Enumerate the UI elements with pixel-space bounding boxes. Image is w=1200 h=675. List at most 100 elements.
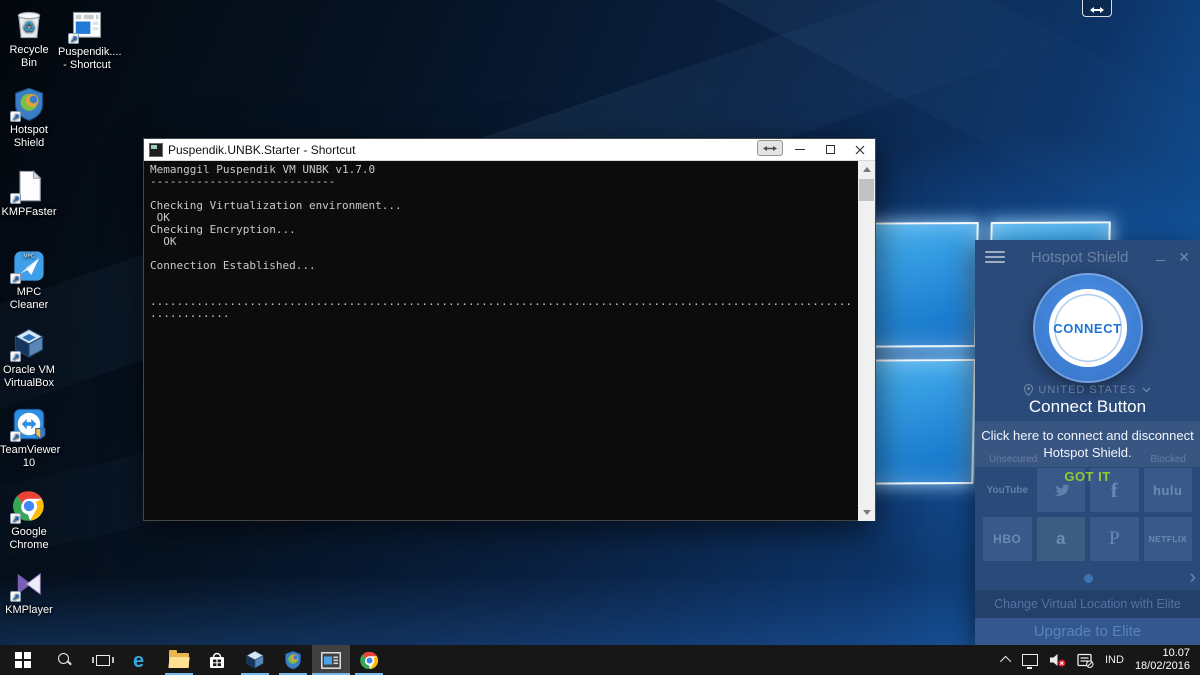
console-line: ---------------------------- (150, 176, 851, 188)
icon-label: Chrome (0, 539, 58, 552)
app-window-icon (69, 8, 105, 44)
icon-label: KMPlayer (0, 604, 58, 617)
virtualbox-cube-icon (11, 326, 47, 362)
got-it-button[interactable]: GOT IT (1064, 469, 1110, 484)
taskbar: e (0, 645, 1200, 675)
close-button[interactable] (845, 139, 875, 160)
language-indicator[interactable]: IND (1105, 654, 1124, 666)
carousel-next-icon[interactable]: › (1190, 567, 1196, 589)
desktop-icon-kmpfaster[interactable]: KMPFaster (0, 168, 58, 219)
console-output[interactable]: Memanggil Puspendik VM UNBK v1.7.0 -----… (144, 161, 875, 521)
taskbar-hotspot-shield[interactable] (274, 645, 312, 675)
svg-text:e: e (133, 650, 144, 671)
desktop-icon-hotspot-shield[interactable]: Hotspot Shield (0, 86, 58, 150)
tile-youtube[interactable]: YouTube (983, 468, 1032, 512)
kmplayer-icon (11, 566, 47, 602)
scroll-down-arrow[interactable] (858, 504, 875, 521)
console-window-title: Puspendik.UNBK.Starter - Shortcut (168, 143, 757, 157)
console-scrollbar[interactable] (858, 161, 875, 521)
console-line: OK (150, 212, 851, 224)
twitter-bird-icon (1052, 483, 1070, 497)
hotspot-header: Hotspot Shield ✕ (975, 240, 1200, 274)
horizontal-resize-icon (763, 145, 777, 152)
icon-label: VirtualBox (0, 377, 58, 390)
windows-logo-icon (15, 652, 31, 668)
tiles-carousel: › (975, 570, 1200, 586)
console-line (150, 272, 851, 284)
taskbar-chrome[interactable] (350, 645, 388, 675)
virtualbox-cube-icon (244, 649, 266, 671)
icon-label: 10 (0, 457, 58, 470)
location-selector[interactable]: UNITED STATES (975, 382, 1200, 398)
connect-button[interactable]: CONNECT (1033, 273, 1143, 383)
desktop-icon-recycle-bin[interactable]: ♻ Recycle Bin (0, 6, 58, 70)
desktop-icon-kmplayer[interactable]: KMPlayer (0, 566, 58, 617)
console-line: ............ (150, 308, 851, 320)
console-line: ........................................… (150, 296, 851, 308)
hotspot-title: Hotspot Shield (1005, 249, 1154, 266)
svg-text:♻: ♻ (22, 20, 35, 36)
taskbar-virtualbox[interactable] (236, 645, 274, 675)
horizontal-arrows-icon (1090, 6, 1104, 14)
tile-hulu[interactable]: hulu (1144, 468, 1193, 512)
desktop-icon-virtualbox[interactable]: Oracle VM VirtualBox (0, 326, 58, 390)
tile-amazon[interactable]: a (1037, 517, 1086, 561)
taskbar-console-active[interactable] (312, 645, 350, 675)
store-bag-icon (207, 650, 227, 670)
location-pin-icon (1024, 384, 1033, 396)
tooltip-line: Click here to connect and disconnect (975, 427, 1200, 444)
network-icon[interactable] (1022, 654, 1038, 666)
taskbar-search-button[interactable] (46, 645, 84, 675)
chevron-down-icon (1142, 387, 1151, 393)
desktop-icon-teamviewer[interactable]: TeamViewer 10 (0, 406, 58, 470)
panel-close-icon[interactable]: ✕ (1178, 250, 1190, 264)
paper-plane-icon: MPC (11, 248, 47, 284)
desktop-icon-puspendik-shortcut[interactable]: Puspendik.... - Shortcut (58, 8, 116, 72)
icon-label: TeamViewer (0, 444, 58, 457)
console-titlebar[interactable]: Puspendik.UNBK.Starter - Shortcut (144, 139, 875, 161)
console-line: OK (150, 236, 851, 248)
taskbar-edge[interactable]: e (122, 645, 160, 675)
tile-hbo[interactable]: HBO (983, 517, 1032, 561)
taskbar-clock[interactable]: 10.07 18/02/2016 (1135, 647, 1190, 673)
file-explorer-icon (169, 653, 189, 668)
upgrade-elite-button[interactable]: Upgrade to Elite (975, 618, 1200, 645)
tray-chevron-up-icon[interactable] (1000, 656, 1011, 667)
shortcut-arrow-badge (10, 273, 21, 284)
task-view-button[interactable] (84, 645, 122, 675)
icon-label: Oracle VM (0, 364, 58, 377)
svg-text:MPC: MPC (23, 254, 35, 260)
scroll-up-arrow[interactable] (858, 161, 875, 178)
console-window: Puspendik.UNBK.Starter - Shortcut Memang… (143, 138, 876, 521)
icon-label: KMPFaster (0, 206, 58, 219)
unsecured-label: Unsecured (989, 454, 1037, 465)
collapse-arrows-button[interactable] (1082, 0, 1112, 17)
chrome-icon (11, 488, 47, 524)
carousel-dot[interactable] (1084, 574, 1093, 583)
icon-label: Shield (0, 137, 58, 150)
task-view-icon (96, 655, 110, 666)
blocked-label: Blocked (1150, 454, 1186, 465)
connect-label: CONNECT (1053, 321, 1121, 336)
window-controls (757, 139, 875, 160)
menu-icon[interactable] (985, 251, 1005, 263)
icon-label: - Shortcut (58, 59, 116, 72)
resize-cursor-overlay (757, 140, 783, 156)
minimize-icon (795, 149, 805, 150)
minimize-button[interactable] (785, 139, 815, 160)
tile-netflix[interactable]: NETFLIX (1144, 517, 1193, 561)
volume-muted-icon[interactable] (1049, 652, 1066, 668)
scrollbar-thumb[interactable] (859, 179, 874, 201)
notification-tray-icon[interactable] (1077, 653, 1094, 668)
change-location-banner[interactable]: Change Virtual Location with Elite (975, 590, 1200, 618)
tile-pandora[interactable]: P (1090, 517, 1139, 561)
start-button[interactable] (0, 645, 46, 675)
desktop-icon-chrome[interactable]: Google Chrome (0, 488, 58, 552)
taskbar-file-explorer[interactable] (160, 645, 198, 675)
edge-icon: e (130, 649, 152, 671)
panel-minimize-button[interactable] (1154, 250, 1168, 264)
taskbar-windows-store[interactable] (198, 645, 236, 675)
maximize-button[interactable] (815, 139, 845, 160)
maximize-icon (826, 145, 835, 154)
desktop-icon-mpc-cleaner[interactable]: MPC MPC Cleaner (0, 248, 58, 312)
